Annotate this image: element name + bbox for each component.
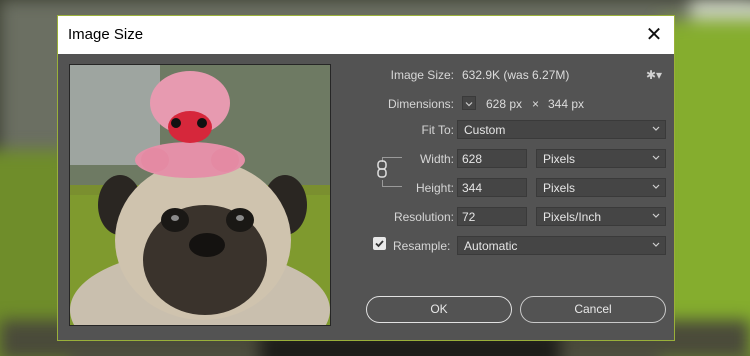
chevron-down-icon [651, 180, 661, 194]
chevron-down-icon [651, 122, 661, 136]
dimensions-x: × [532, 97, 539, 111]
cancel-button[interactable]: Cancel [520, 296, 666, 323]
height-input[interactable]: 344 [457, 178, 527, 197]
resolution-unit-select[interactable]: Pixels/Inch [536, 207, 666, 226]
image-size-dialog: Image Size ✕ [57, 15, 675, 341]
width-input[interactable]: 628 [457, 149, 527, 168]
height-label: Height: [358, 181, 454, 195]
resample-value: Automatic [464, 239, 517, 253]
image-size-label: Image Size: [358, 68, 454, 82]
width-unit-select[interactable]: Pixels [536, 149, 666, 168]
dimensions-width: 628 px [486, 97, 522, 111]
gear-icon[interactable]: ✱▾ [646, 68, 662, 82]
dialog-title: Image Size [68, 26, 143, 43]
fit-to-select[interactable]: Custom [457, 120, 666, 139]
image-preview[interactable] [69, 64, 331, 326]
ok-button[interactable]: OK [366, 296, 512, 323]
resolution-input[interactable]: 72 [457, 207, 527, 226]
chevron-down-icon [651, 238, 661, 252]
checkmark-icon [373, 237, 386, 250]
pug-with-octopus-image [70, 65, 330, 325]
fit-to-value: Custom [464, 123, 505, 137]
resolution-label: Resolution: [358, 210, 454, 224]
chevron-down-icon[interactable] [462, 96, 476, 110]
fit-to-label: Fit To: [358, 123, 454, 137]
height-unit-value: Pixels [543, 181, 575, 195]
chevron-down-icon [651, 151, 661, 165]
chevron-down-icon [651, 209, 661, 223]
image-size-value: 632.9K (was 6.27M) [462, 68, 569, 82]
width-unit-value: Pixels [543, 152, 575, 166]
resample-checkbox[interactable] [373, 237, 386, 250]
resample-label: Resample: [393, 239, 450, 253]
close-icon[interactable]: ✕ [642, 23, 666, 47]
resolution-unit-value: Pixels/Inch [543, 210, 601, 224]
resample-select[interactable]: Automatic [457, 236, 666, 255]
dimensions-label: Dimensions: [358, 97, 454, 111]
width-label: Width: [358, 152, 454, 166]
height-unit-select[interactable]: Pixels [536, 178, 666, 197]
dimensions-height: 344 px [548, 97, 584, 111]
title-bar: Image Size ✕ [58, 16, 674, 54]
